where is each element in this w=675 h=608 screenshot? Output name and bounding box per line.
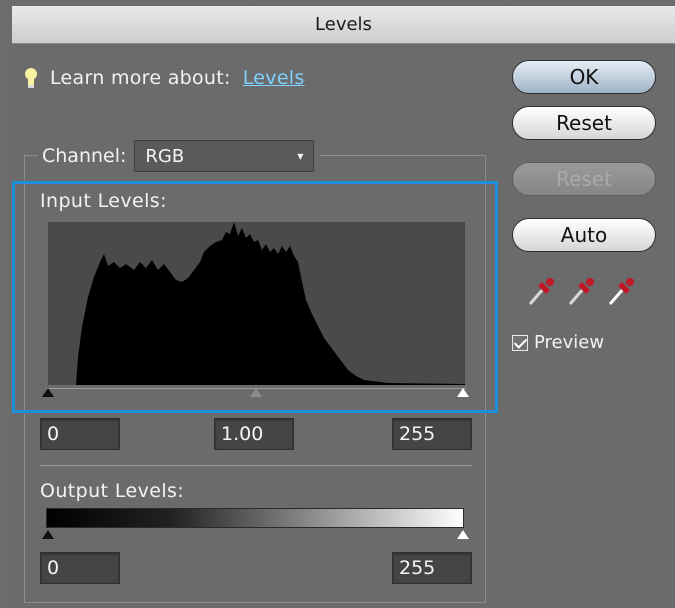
histogram (48, 222, 465, 385)
input-levels-label: Input Levels: (40, 190, 167, 212)
window-title: Levels (315, 14, 372, 35)
white-point-eyedropper-icon[interactable] (608, 278, 634, 305)
window-titlebar: Levels (12, 6, 675, 44)
output-black-handle[interactable] (42, 530, 54, 539)
section-divider (40, 465, 472, 466)
output-levels-label: Output Levels: (40, 480, 185, 502)
lightbulb-icon (24, 67, 38, 89)
channel-select[interactable]: RGB ▾ (134, 140, 315, 172)
auto-button[interactable]: Auto (512, 218, 656, 252)
input-black-field[interactable]: 0 (40, 418, 120, 450)
output-black-field[interactable]: 0 (40, 552, 120, 584)
eyedropper-group (524, 274, 644, 312)
input-gamma-field[interactable]: 1.00 (214, 418, 294, 450)
output-white-field[interactable]: 255 (392, 552, 472, 584)
reset-button[interactable]: Reset (512, 106, 656, 140)
gray-point-eyedropper-icon[interactable] (568, 278, 594, 305)
learn-more-row: Learn more about: Levels (24, 64, 305, 92)
input-black-handle[interactable] (42, 388, 54, 397)
input-gamma-handle[interactable] (250, 388, 262, 397)
input-white-handle[interactable] (457, 388, 469, 397)
input-white-field[interactable]: 255 (392, 418, 472, 450)
output-gradient-bar (46, 508, 464, 528)
preview-checkbox-row[interactable]: Preview (512, 332, 604, 353)
checkbox-check-icon[interactable] (512, 334, 528, 351)
ok-button[interactable]: OK (512, 60, 656, 94)
chevron-down-icon: ▾ (297, 149, 304, 163)
channel-label: Channel: (42, 145, 127, 167)
channel-value: RGB (145, 145, 185, 167)
black-point-eyedropper-icon[interactable] (528, 278, 554, 305)
levels-help-link[interactable]: Levels (243, 67, 305, 89)
learn-more-text: Learn more about: (50, 67, 231, 89)
channel-row: Channel: RGB ▾ (38, 140, 321, 172)
output-white-handle[interactable] (457, 530, 469, 539)
histogram-shape (76, 222, 465, 385)
preview-label: Preview (534, 332, 605, 353)
reset-disabled-button: Reset (512, 162, 656, 196)
